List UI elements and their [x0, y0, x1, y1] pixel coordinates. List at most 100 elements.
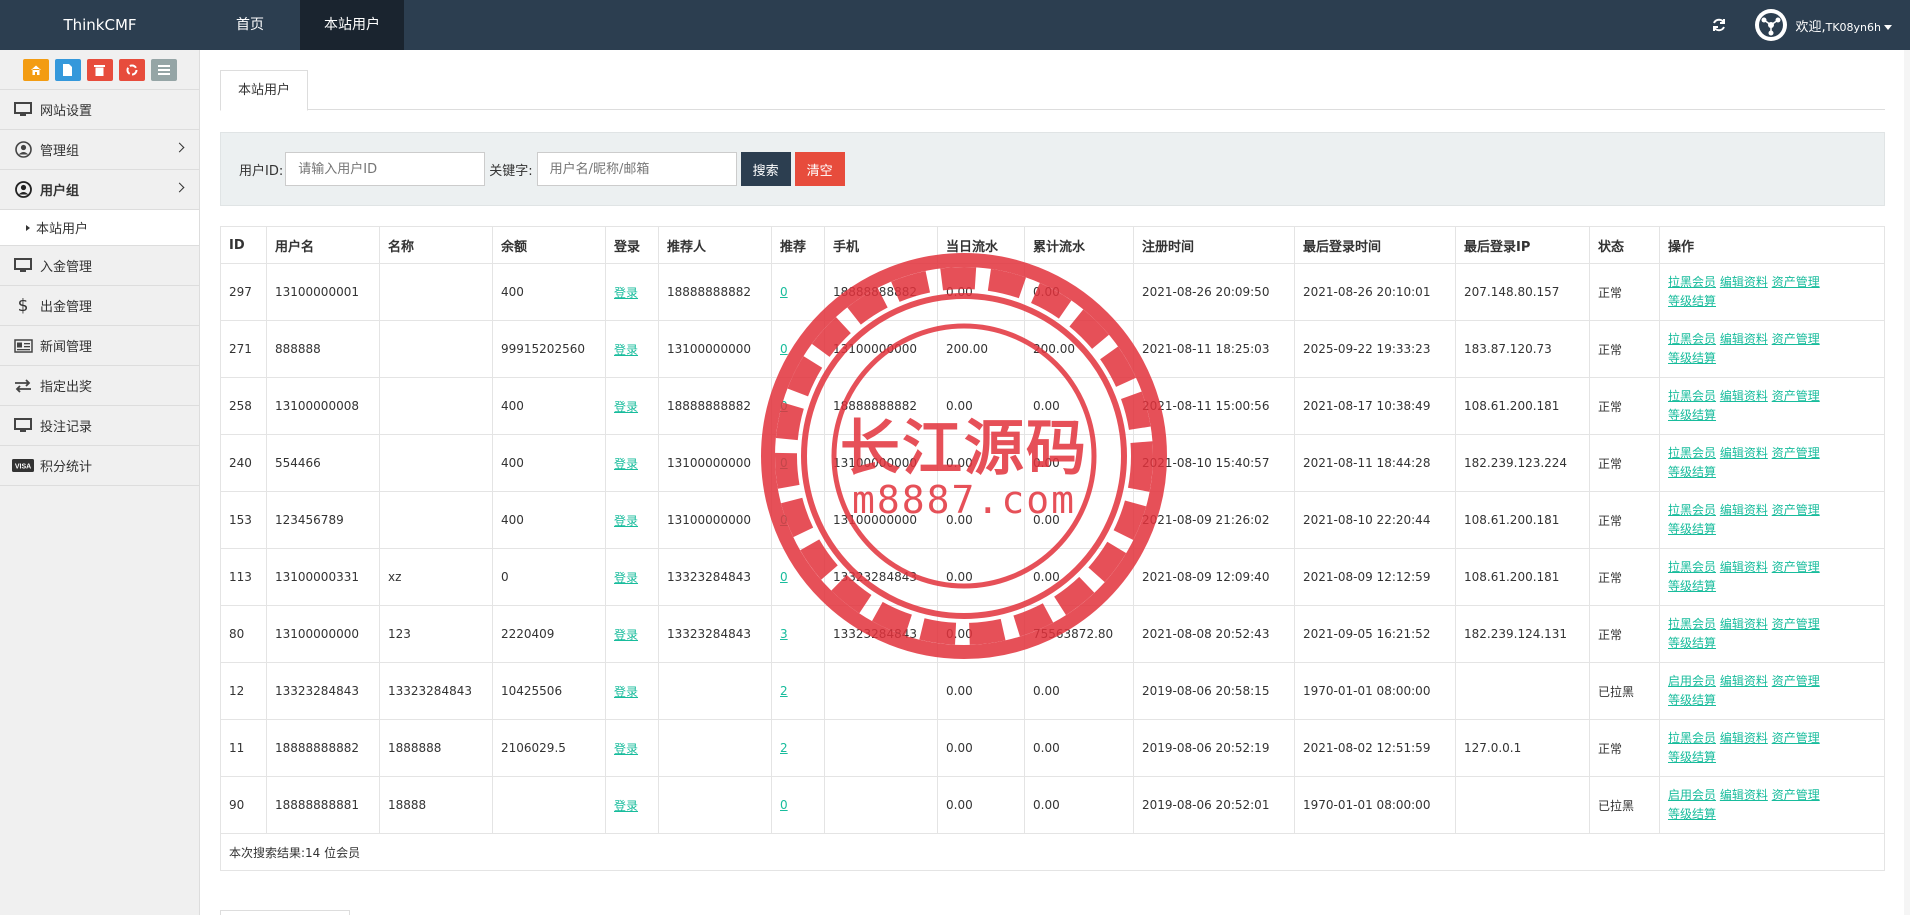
block-member-link[interactable]: 拉黑会员 — [1668, 560, 1716, 574]
edit-profile-link[interactable]: 编辑资料 — [1720, 617, 1768, 631]
clear-button[interactable]: 清空 — [794, 152, 845, 186]
keyword-input[interactable] — [536, 152, 737, 186]
file-icon[interactable] — [54, 58, 81, 81]
cell-status: 正常 — [1589, 263, 1660, 321]
level-settle-link[interactable]: 等级结算 — [1668, 750, 1716, 764]
enable-member-link[interactable]: 启用会员 — [1668, 788, 1716, 802]
referrals-link[interactable]: 2 — [780, 684, 788, 698]
cell-total: 0.00 — [1024, 263, 1134, 321]
sidebar-item-assign-prize[interactable]: 指定出奖 — [0, 366, 199, 406]
edit-profile-link[interactable]: 编辑资料 — [1720, 674, 1768, 688]
referrals-link[interactable]: 0 — [780, 798, 788, 812]
pagination[interactable] — [220, 910, 350, 915]
col-status: 状态 — [1589, 226, 1660, 264]
block-member-link[interactable]: 拉黑会员 — [1668, 446, 1716, 460]
referrals-link[interactable]: 2 — [780, 741, 788, 755]
refresh-icon[interactable] — [1705, 11, 1733, 39]
edit-profile-link[interactable]: 编辑资料 — [1720, 275, 1768, 289]
login-link[interactable]: 登录 — [614, 343, 638, 357]
block-member-link[interactable]: 拉黑会员 — [1668, 503, 1716, 517]
edit-profile-link[interactable]: 编辑资料 — [1720, 389, 1768, 403]
block-member-link[interactable]: 拉黑会员 — [1668, 617, 1716, 631]
referrals-link[interactable]: 0 — [780, 285, 788, 299]
referrals-link[interactable]: 0 — [780, 399, 788, 413]
asset-management-link[interactable]: 资产管理 — [1772, 674, 1820, 688]
nav-home[interactable]: 首页 — [200, 0, 300, 50]
asset-management-link[interactable]: 资产管理 — [1772, 446, 1820, 460]
level-settle-link[interactable]: 等级结算 — [1668, 294, 1716, 308]
login-link[interactable]: 登录 — [614, 742, 638, 756]
referrals-link[interactable]: 0 — [780, 342, 788, 356]
login-link[interactable]: 登录 — [614, 514, 638, 528]
sidebar-item-deposit[interactable]: 入金管理 — [0, 246, 199, 286]
level-settle-link[interactable]: 等级结算 — [1668, 522, 1716, 536]
block-member-link[interactable]: 拉黑会员 — [1668, 275, 1716, 289]
asset-management-link[interactable]: 资产管理 — [1772, 788, 1820, 802]
referrals-link[interactable]: 0 — [780, 513, 788, 527]
sidebar-item-user-group[interactable]: 用户组 — [0, 170, 199, 210]
enable-member-link[interactable]: 启用会员 — [1668, 674, 1716, 688]
recycle-icon[interactable] — [118, 58, 145, 81]
cell-total: 0.00 — [1024, 662, 1134, 720]
sidebar-subitem-site-users[interactable]: 本站用户 — [0, 210, 199, 246]
cell-user: 888888 — [266, 320, 380, 378]
tab-site-users[interactable]: 本站用户 — [220, 70, 308, 111]
edit-profile-link[interactable]: 编辑资料 — [1720, 503, 1768, 517]
asset-management-link[interactable]: 资产管理 — [1772, 503, 1820, 517]
avatar[interactable] — [1755, 9, 1788, 41]
login-link[interactable]: 登录 — [614, 628, 638, 642]
referrals-link[interactable]: 0 — [780, 570, 788, 584]
cell-today: 0.00 — [937, 776, 1025, 834]
search-button[interactable]: 搜索 — [740, 152, 791, 186]
login-link[interactable]: 登录 — [614, 799, 638, 813]
block-member-link[interactable]: 拉黑会员 — [1668, 731, 1716, 745]
cell-balance: 400 — [492, 434, 606, 492]
sidebar-item-withdraw[interactable]: $ 出金管理 — [0, 286, 199, 326]
vertical-scrollbar[interactable] — [1904, 50, 1910, 915]
login-link[interactable]: 登录 — [614, 571, 638, 585]
nav-site-users[interactable]: 本站用户 — [300, 0, 404, 50]
asset-management-link[interactable]: 资产管理 — [1772, 617, 1820, 631]
trash-icon[interactable] — [86, 58, 113, 81]
brand-logo[interactable]: ThinkCMF — [0, 0, 200, 50]
welcome-text: 欢迎, — [1795, 19, 1826, 35]
level-settle-link[interactable]: 等级结算 — [1668, 465, 1716, 479]
sidebar-item-bet-records[interactable]: 投注记录 — [0, 406, 199, 446]
asset-management-link[interactable]: 资产管理 — [1772, 275, 1820, 289]
level-settle-link[interactable]: 等级结算 — [1668, 408, 1716, 422]
login-link[interactable]: 登录 — [614, 685, 638, 699]
asset-management-link[interactable]: 资产管理 — [1772, 389, 1820, 403]
block-member-link[interactable]: 拉黑会员 — [1668, 389, 1716, 403]
block-member-link[interactable]: 拉黑会员 — [1668, 332, 1716, 346]
level-settle-link[interactable]: 等级结算 — [1668, 693, 1716, 707]
login-link[interactable]: 登录 — [614, 400, 638, 414]
level-settle-link[interactable]: 等级结算 — [1668, 636, 1716, 650]
user-id-input[interactable] — [285, 152, 486, 186]
user-menu[interactable]: 欢迎,TK08yn6h — [1795, 16, 1892, 35]
sidebar-item-news[interactable]: 新闻管理 — [0, 326, 199, 366]
login-link[interactable]: 登录 — [614, 286, 638, 300]
login-link[interactable]: 登录 — [614, 457, 638, 471]
sidebar-item-label: 指定出奖 — [40, 380, 93, 395]
asset-management-link[interactable]: 资产管理 — [1772, 560, 1820, 574]
home-icon[interactable] — [22, 58, 49, 81]
level-settle-link[interactable]: 等级结算 — [1668, 807, 1716, 821]
referrals-link[interactable]: 0 — [780, 456, 788, 470]
edit-profile-link[interactable]: 编辑资料 — [1720, 560, 1768, 574]
level-settle-link[interactable]: 等级结算 — [1668, 579, 1716, 593]
sidebar-item-admin-group[interactable]: 管理组 — [0, 130, 199, 170]
cell-name — [379, 434, 493, 492]
sidebar-item-points[interactable]: VISA 积分统计 — [0, 446, 199, 486]
asset-management-link[interactable]: 资产管理 — [1772, 332, 1820, 346]
sidebar-item-site-settings[interactable]: 网站设置 — [0, 90, 199, 130]
edit-profile-link[interactable]: 编辑资料 — [1720, 788, 1768, 802]
level-settle-link[interactable]: 等级结算 — [1668, 351, 1716, 365]
edit-profile-link[interactable]: 编辑资料 — [1720, 332, 1768, 346]
cell-today: 0.00 — [937, 548, 1025, 606]
cell-referrals: 0 — [771, 548, 825, 606]
list-icon[interactable] — [150, 58, 177, 81]
edit-profile-link[interactable]: 编辑资料 — [1720, 731, 1768, 745]
edit-profile-link[interactable]: 编辑资料 — [1720, 446, 1768, 460]
asset-management-link[interactable]: 资产管理 — [1772, 731, 1820, 745]
referrals-link[interactable]: 3 — [780, 627, 788, 641]
